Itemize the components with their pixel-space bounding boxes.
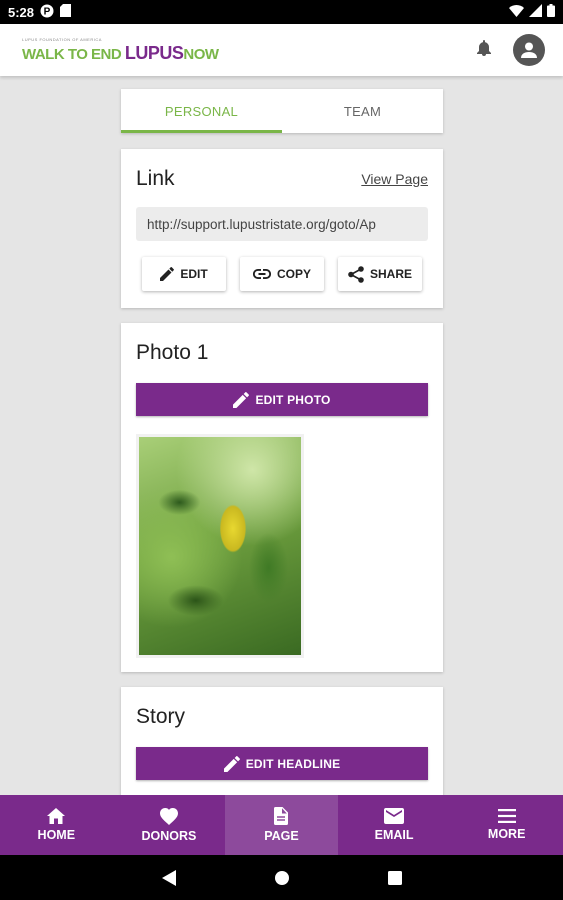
nav-more[interactable]: MORE xyxy=(450,795,563,855)
recents-icon[interactable] xyxy=(387,870,402,885)
photo-card-title: Photo 1 xyxy=(136,341,209,364)
document-icon xyxy=(274,807,289,825)
photo-thumbnail[interactable] xyxy=(136,434,304,658)
photo-card: Photo 1 EDIT PHOTO xyxy=(121,323,443,672)
home-circle-icon[interactable] xyxy=(274,870,290,886)
edit-link-button[interactable]: EDIT xyxy=(142,257,226,291)
nav-home-label: HOME xyxy=(37,828,76,842)
story-card-title: Story xyxy=(136,705,186,728)
link-card: Link View Page http://support.lupustrist… xyxy=(121,149,443,308)
pencil-icon xyxy=(160,267,175,281)
edit-headline-button[interactable]: EDIT HEADLINE xyxy=(136,747,428,780)
nav-more-label: MORE xyxy=(487,827,526,841)
copy-link-button[interactable]: COPY xyxy=(240,257,324,291)
nav-email[interactable]: EMAIL xyxy=(338,795,451,855)
pencil-icon xyxy=(233,391,250,408)
nav-donors[interactable]: DONORS xyxy=(113,795,226,855)
wifi-icon xyxy=(509,4,524,20)
link-card-title: Link xyxy=(136,167,175,190)
logo-text-1: WALK TO END xyxy=(22,46,125,63)
sd-card-icon xyxy=(60,4,72,20)
nav-email-label: EMAIL xyxy=(374,828,414,842)
share-label: SHARE xyxy=(369,267,412,281)
app-bar: LUPUS FOUNDATION OF AMERICA WALK TO END … xyxy=(0,24,563,76)
svg-text:P: P xyxy=(44,6,51,17)
bell-icon[interactable] xyxy=(477,39,491,61)
status-time: 5:28 xyxy=(8,4,35,20)
logo-text-2: LUPUS xyxy=(124,43,184,63)
nav-donors-label: DONORS xyxy=(141,828,197,843)
tab-bar: PERSONAL TEAM xyxy=(121,89,443,133)
page-content: PERSONAL TEAM Link View Page http://supp… xyxy=(0,76,563,795)
page-url-field[interactable]: http://support.lupustristate.org/goto/Ap xyxy=(136,207,428,241)
back-icon[interactable] xyxy=(161,869,176,886)
edit-label: EDIT xyxy=(180,267,208,281)
logo-tagline: LUPUS FOUNDATION OF AMERICA xyxy=(22,37,102,42)
tab-personal[interactable]: PERSONAL xyxy=(121,89,282,133)
walk-to-end-lupus-now-logo[interactable]: LUPUS FOUNDATION OF AMERICA WALK TO END … xyxy=(22,37,219,63)
person-icon xyxy=(521,42,537,58)
signal-icon xyxy=(529,4,542,20)
leaf-photo-image xyxy=(139,437,301,655)
nav-page-label: PAGE xyxy=(264,829,299,843)
home-icon xyxy=(47,808,66,824)
link-icon xyxy=(252,269,271,279)
pencil-icon xyxy=(223,755,240,772)
story-card: Story EDIT HEADLINE xyxy=(121,687,443,795)
nav-home[interactable]: HOME xyxy=(0,795,113,855)
menu-icon xyxy=(497,809,516,823)
share-link-button[interactable]: SHARE xyxy=(338,257,422,291)
edit-photo-label: EDIT PHOTO xyxy=(255,392,331,407)
email-icon xyxy=(384,808,405,824)
tab-team[interactable]: TEAM xyxy=(282,89,443,133)
logo-text-3: NOW xyxy=(183,46,219,63)
share-icon xyxy=(348,265,364,283)
status-bar: 5:28 P xyxy=(0,0,563,24)
heart-icon xyxy=(159,807,178,825)
view-page-link[interactable]: View Page xyxy=(361,171,428,187)
app-notification-icon: P xyxy=(40,4,54,21)
battery-icon xyxy=(547,4,555,20)
edit-headline-label: EDIT HEADLINE xyxy=(245,756,341,771)
copy-label: COPY xyxy=(276,267,311,281)
bottom-navigation: HOME DONORS PAGE EMAIL MORE xyxy=(0,795,563,855)
account-avatar[interactable] xyxy=(513,34,545,66)
nav-page[interactable]: PAGE xyxy=(225,795,338,855)
edit-photo-button[interactable]: EDIT PHOTO xyxy=(136,383,428,416)
system-navigation-bar xyxy=(0,855,563,900)
